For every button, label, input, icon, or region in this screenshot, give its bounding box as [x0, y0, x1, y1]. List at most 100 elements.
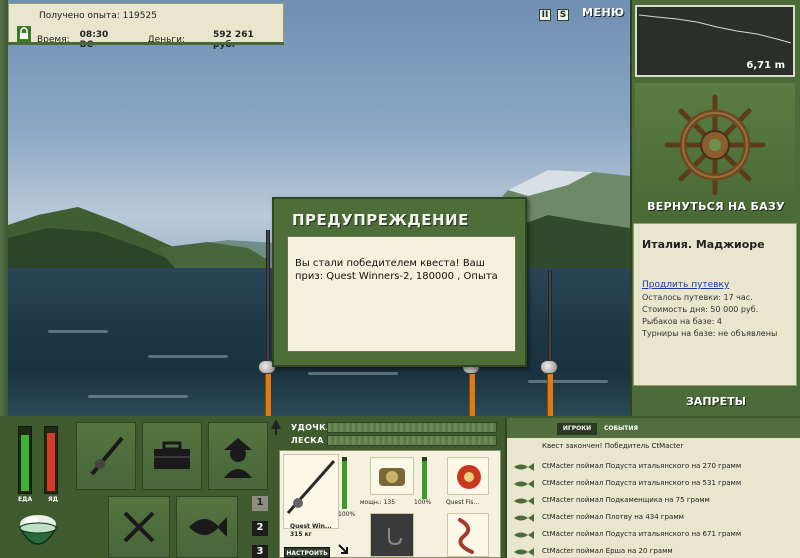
fish-icon: [514, 548, 534, 556]
info-underbar: [8, 42, 284, 45]
rod-holder-2: [469, 370, 475, 416]
time-value: 08:30 ВС: [79, 30, 109, 50]
hook-cell[interactable]: [370, 513, 414, 557]
ship-wheel-panel[interactable]: [635, 83, 795, 218]
list-item: CtMacter поймал Подуста итальянского на …: [507, 526, 800, 543]
catch-message: CtMacter поймал Подуста итальянского на …: [542, 479, 742, 487]
day-cost: Стоимость дня: 50 000 руб.: [642, 305, 759, 314]
arrow-down-icon[interactable]: [337, 543, 349, 555]
tab-3[interactable]: 3: [252, 545, 268, 558]
rod-holder-1: [265, 370, 271, 416]
worm-bait-icon: [458, 518, 474, 554]
fisher-slot[interactable]: [208, 422, 268, 490]
fish-icon: [514, 463, 534, 471]
game-screen: Получено опыта: 119525 Время: 08:30 ВС Д…: [0, 0, 800, 558]
food-slot[interactable]: [108, 496, 170, 558]
wave: [48, 330, 108, 333]
equipment-panel: Quest Win... 315 кг 100% мощн.: 135 100%…: [279, 450, 501, 558]
line-strength-label: ЛЕСКА: [291, 436, 324, 445]
gear-status: УДОЧКА ЛЕСКА: [271, 418, 501, 448]
dialog-title: ПРЕДУПРЕЖДЕНИЕ: [292, 211, 469, 229]
fish-icon: [514, 514, 534, 522]
rod-name: Quest Win...: [290, 523, 332, 530]
location-title: Италия. Маджиоре: [642, 238, 765, 251]
catch-message: CtMacter поймал Подуста итальянского на …: [542, 530, 742, 538]
tab-1[interactable]: 1: [252, 496, 268, 511]
rod-weight: 315 кг: [290, 531, 312, 538]
ship-wheel-icon: [664, 94, 766, 196]
list-item: CtMacter поймал Подкаменщика на 75 грамм: [507, 492, 800, 509]
fish-icon: [514, 497, 534, 505]
list-item: CtMacter поймал Подуста итальянского на …: [507, 458, 800, 475]
bans-button[interactable]: ЗАПРЕТЫ: [641, 395, 791, 408]
reel-condition: 100%: [414, 499, 432, 506]
rod-tension-bar: [327, 422, 497, 433]
depth-value: 6,71 m: [746, 60, 785, 71]
catch-message: CtMacter поймал Ерша на 20 грамм: [542, 547, 673, 555]
fish-icon: [189, 517, 227, 537]
list-item: CtMacter поймал Ерша на 20 грамм: [507, 543, 800, 558]
pause-button[interactable]: II: [539, 9, 551, 21]
cauldron-icon[interactable]: [14, 508, 62, 556]
trip-remaining: Осталось путевки: 17 час.: [642, 293, 753, 302]
reel-3-icon: [540, 360, 558, 374]
player-info-panel: Получено опыта: 119525 Время: 08:30 ВС Д…: [8, 3, 284, 50]
lock-icon[interactable]: [17, 26, 31, 42]
poison-meter: [44, 426, 58, 494]
rod-image-icon: [286, 460, 336, 514]
rod-holder-3: [547, 370, 553, 416]
fisherman-icon: [224, 438, 252, 478]
extend-trip-link[interactable]: Продлить путевку: [642, 280, 729, 290]
location-info: Италия. Маджиоре Продлить путевку Остало…: [633, 223, 797, 386]
reel-image-icon: [379, 468, 405, 486]
line-name: Quest Fis...: [446, 499, 480, 506]
line-spool-icon: [457, 465, 481, 489]
hook-icon: [388, 528, 402, 546]
wave: [148, 355, 228, 358]
tab-events[interactable]: СОБЫТИЯ: [601, 423, 641, 435]
wave: [88, 395, 188, 398]
rod-slot[interactable]: [76, 422, 136, 490]
return-to-base-button[interactable]: ВЕРНУТЬСЯ НА БАЗУ: [641, 200, 791, 213]
fishing-rod-icon: [90, 436, 124, 476]
equipped-line-cell[interactable]: [447, 457, 489, 495]
events-log: ИГРОКИ СОБЫТИЯ Квест закончен! Победител…: [505, 418, 800, 558]
list-item: CtMacter поймал Подуста итальянского на …: [507, 475, 800, 492]
experience-text: Получено опыта: 119525: [39, 11, 157, 21]
catch-message: CtMacter поймал Подуста итальянского на …: [542, 462, 742, 470]
fork-knife-icon: [123, 511, 155, 543]
wave: [308, 372, 398, 375]
food-meter: [18, 426, 32, 494]
tackle-box-slot[interactable]: [142, 422, 202, 490]
catch-message: CtMacter поймал Плотву на 434 грамм: [542, 513, 684, 521]
sound-button[interactable]: S: [557, 9, 569, 21]
fish-icon: [514, 480, 534, 488]
line-tension-bar: [327, 435, 497, 446]
tab-players[interactable]: ИГРОКИ: [557, 423, 597, 435]
reel-condition-gauge: [422, 457, 427, 499]
warning-dialog[interactable]: ПРЕДУПРЕЖДЕНИЕ Вы стали победителем квес…: [272, 197, 527, 367]
quest-finished-message: Квест закончен! Победитель CtMacter: [542, 442, 684, 450]
rod-condition: 100%: [338, 511, 356, 518]
setup-button[interactable]: НАСТРОИТЬ: [284, 547, 330, 558]
arrow-up-icon[interactable]: [271, 419, 281, 435]
food-label: ЕДА: [18, 496, 33, 503]
wave: [528, 380, 608, 383]
depth-chart: 6,71 m: [635, 5, 795, 77]
list-item: CtMacter поймал Плотву на 434 грамм: [507, 509, 800, 526]
poison-meter-fill: [47, 433, 55, 491]
fishing-rod-1[interactable]: [266, 230, 270, 375]
money-value: 592 261 руб.: [213, 30, 254, 50]
tackle-box-icon: [154, 441, 190, 469]
equipped-rod-cell[interactable]: [283, 454, 339, 529]
fish-icon: [514, 531, 534, 539]
equipped-reel-cell[interactable]: [370, 457, 414, 495]
dialog-message: Вы стали победителем квеста! Ваш приз: Q…: [287, 236, 516, 352]
fish-keepnet-slot[interactable]: [176, 496, 238, 558]
tab-2[interactable]: 2: [252, 521, 268, 536]
catch-message: CtMacter поймал Подкаменщика на 75 грамм: [542, 496, 710, 504]
fishers-count: Рыбаков на базе: 4: [642, 317, 722, 326]
rod-condition-gauge: [342, 457, 347, 509]
bait-cell[interactable]: [447, 513, 489, 557]
menu-button[interactable]: МЕНЮ: [582, 6, 625, 19]
